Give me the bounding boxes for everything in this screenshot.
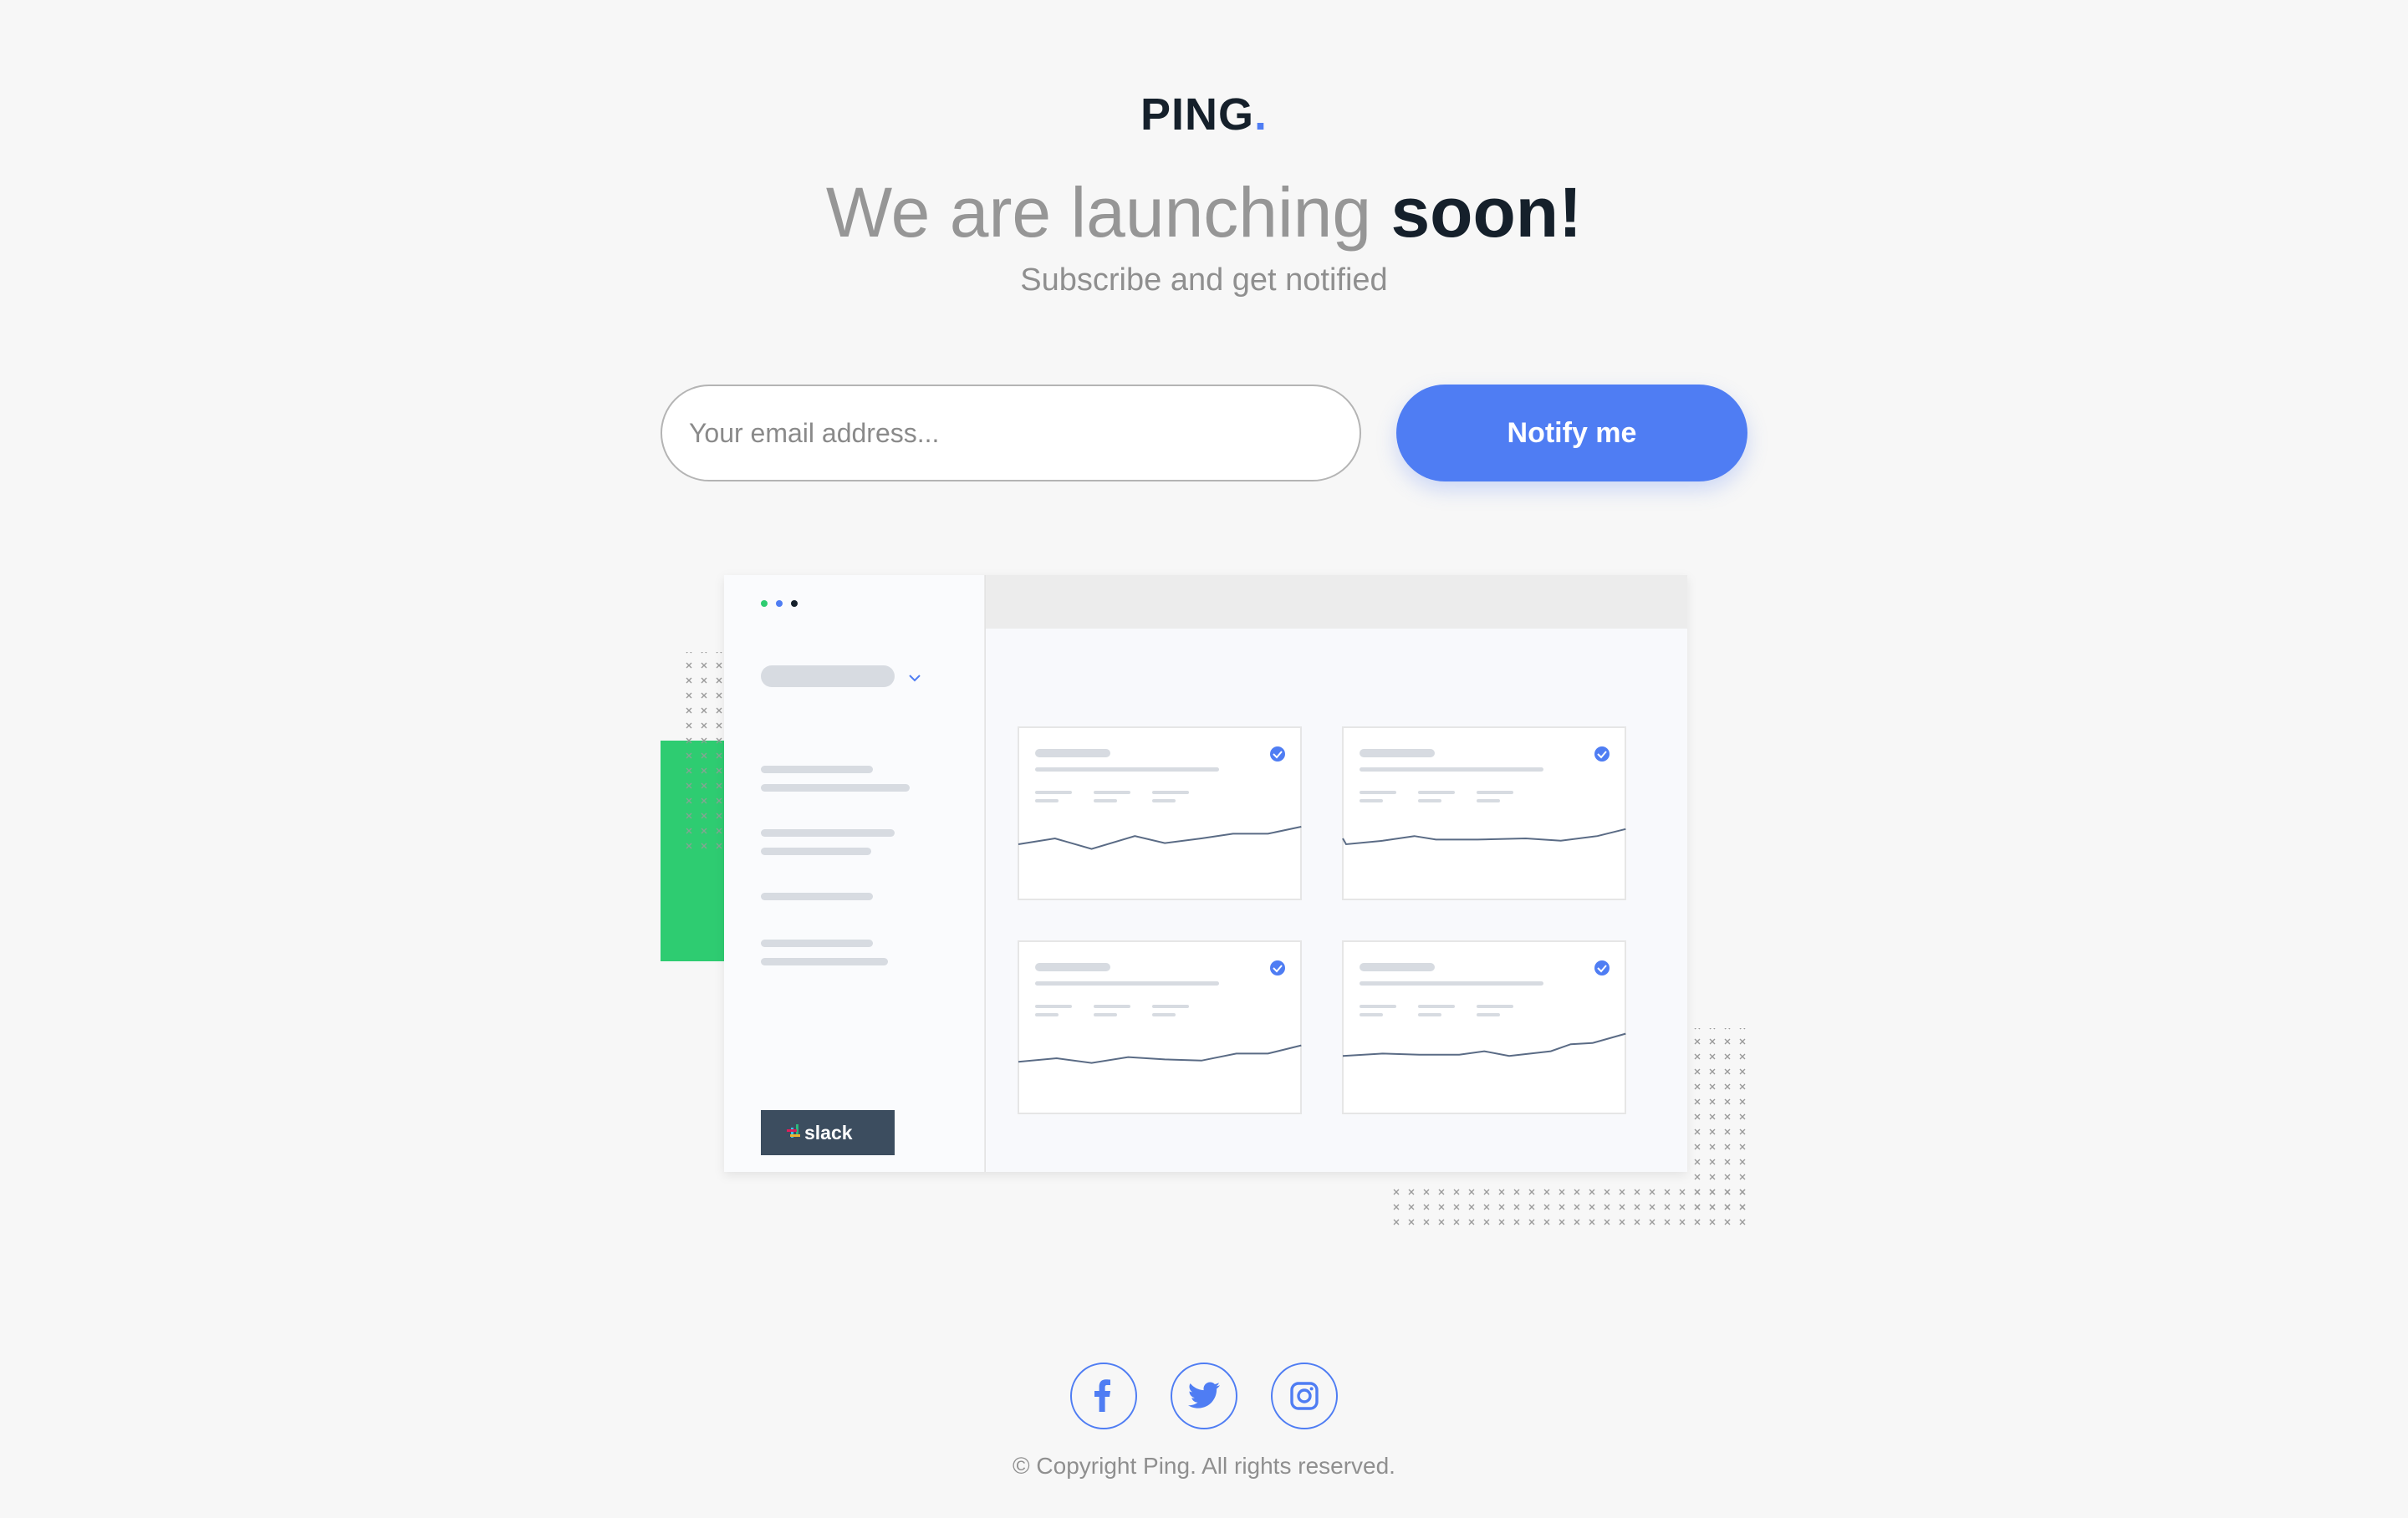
- dashboard-illustration: slack: [661, 575, 1752, 1230]
- slack-badge: slack: [761, 1110, 895, 1155]
- slack-label: slack: [804, 1122, 853, 1144]
- headline-strong: soon!: [1390, 173, 1583, 252]
- stat-card: [1018, 726, 1302, 900]
- email-field[interactable]: [661, 385, 1361, 481]
- instagram-icon: [1290, 1382, 1319, 1410]
- notify-me-button[interactable]: Notify me: [1396, 385, 1747, 481]
- subtitle: Subscribe and get notified: [1020, 262, 1388, 298]
- twitter-link[interactable]: [1171, 1363, 1237, 1429]
- facebook-icon: [1094, 1379, 1110, 1412]
- social-links: [0, 1363, 2408, 1429]
- window-dot-green: [761, 600, 768, 607]
- check-icon: [1594, 746, 1610, 762]
- copyright: © Copyright Ping. All rights reserved.: [1013, 1453, 1395, 1479]
- logo: PING.: [0, 89, 2408, 140]
- window-dot-dark: [791, 600, 798, 607]
- headline-light: We are launching: [825, 173, 1372, 252]
- stat-card: [1018, 940, 1302, 1114]
- check-icon: [1270, 746, 1285, 762]
- page-title: We are launching soon!: [0, 172, 2408, 253]
- logo-text: PING: [1140, 89, 1254, 140]
- check-icon: [1270, 960, 1285, 975]
- check-icon: [1594, 960, 1610, 975]
- stat-card: [1342, 726, 1626, 900]
- stat-card: [1342, 940, 1626, 1114]
- page: PING. We are launching soon! Subscribe a…: [0, 0, 2408, 1518]
- instagram-link[interactable]: [1271, 1363, 1338, 1429]
- window-dot-blue: [776, 600, 783, 607]
- logo-dot: .: [1254, 89, 1268, 140]
- twitter-icon: [1187, 1382, 1220, 1408]
- facebook-link[interactable]: [1070, 1363, 1137, 1429]
- x-pattern-bottom: [1385, 1184, 1752, 1230]
